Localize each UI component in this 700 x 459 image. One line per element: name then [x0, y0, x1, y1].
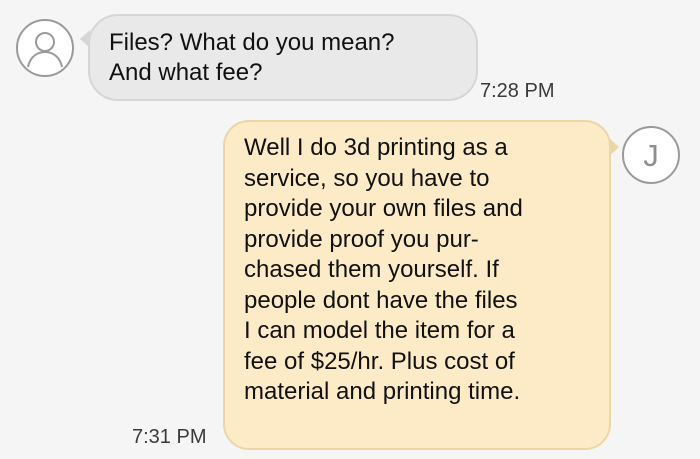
outgoing-message-bubble[interactable]: Well I do 3d printing as a service, so y… [223, 120, 619, 450]
person-silhouette-icon [27, 32, 63, 68]
outgoing-message-timestamp: 7:31 PM [132, 426, 207, 448]
contact-avatar[interactable] [16, 19, 74, 77]
incoming-message-bubble[interactable]: Files? What do you mean? And what fee? [80, 14, 478, 101]
user-avatar-initial: J [643, 137, 659, 173]
message-thread: Files? What do you mean? And what fee? 7… [0, 0, 700, 459]
user-avatar[interactable]: J [622, 126, 680, 184]
incoming-message-timestamp: 7:28 PM [480, 80, 555, 102]
